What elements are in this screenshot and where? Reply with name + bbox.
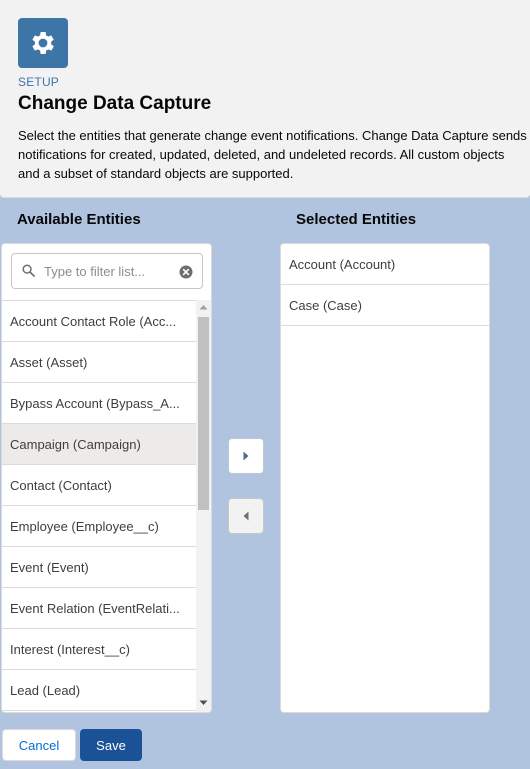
selected-entity-item[interactable]: Case (Case) [281, 285, 489, 326]
available-entity-item[interactable]: Campaign (Campaign) [2, 424, 196, 465]
available-entity-item[interactable]: Lead (Lead) [2, 670, 196, 711]
available-entity-item[interactable]: Contact (Contact) [2, 465, 196, 506]
save-button[interactable]: Save [80, 729, 142, 761]
search-icon [22, 264, 35, 277]
arrow-right-icon [243, 451, 249, 461]
move-to-selected-button[interactable] [228, 438, 264, 474]
arrow-left-icon [243, 511, 249, 521]
available-entities-panel: Account Contact Role (Acc...Asset (Asset… [1, 243, 212, 713]
gear-icon [32, 32, 54, 54]
filter-search-input[interactable] [44, 260, 172, 282]
page-description: Select the entities that generate change… [18, 128, 527, 181]
available-entity-item[interactable]: Interest (Interest__c) [2, 629, 196, 670]
available-entity-item[interactable]: Bypass Account (Bypass_A... [2, 383, 196, 424]
selected-entities-list: Account (Account) Case (Case) [281, 244, 489, 326]
available-entity-item[interactable]: Asset (Asset) [2, 342, 196, 383]
clear-icon[interactable] [179, 265, 193, 279]
page-title: Change Data Capture [18, 93, 212, 114]
cancel-button[interactable]: Cancel [2, 729, 76, 761]
available-entity-item[interactable]: Event (Event) [2, 547, 196, 588]
available-entity-item[interactable]: Event Relation (EventRelati... [2, 588, 196, 629]
available-entities-label: Available Entities [17, 211, 141, 228]
available-entity-item[interactable]: Account Contact Role (Acc... [2, 301, 196, 342]
move-to-available-button[interactable] [228, 498, 264, 534]
page-header: SETUP Change Data Capture Select the ent… [0, 0, 530, 198]
available-entity-item[interactable]: Employee (Employee__c) [2, 506, 196, 547]
eyebrow-label: SETUP [18, 75, 60, 89]
scrollbar-thumb[interactable] [198, 317, 209, 510]
setup-gear-icon [18, 18, 68, 68]
list-scrollbar[interactable] [196, 300, 211, 712]
selected-entity-item[interactable]: Account (Account) [281, 244, 489, 285]
selected-entities-panel: Account (Account) Case (Case) [280, 243, 490, 713]
scroll-up-icon[interactable] [199, 304, 208, 310]
available-entities-list: Account Contact Role (Acc... Asset (Asset… [2, 300, 196, 712]
selected-entities-label: Selected Entities [296, 211, 417, 228]
filter-search-box[interactable] [11, 253, 203, 289]
scroll-down-icon[interactable] [199, 700, 208, 706]
